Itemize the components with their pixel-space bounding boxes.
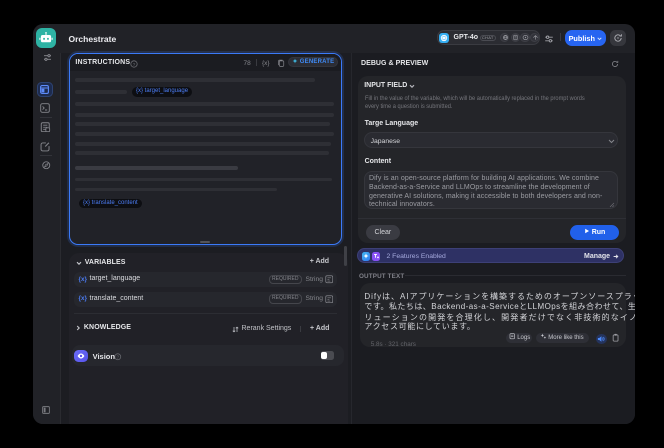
svg-text:?: ? [133, 61, 136, 66]
svg-text:?: ? [117, 354, 120, 359]
